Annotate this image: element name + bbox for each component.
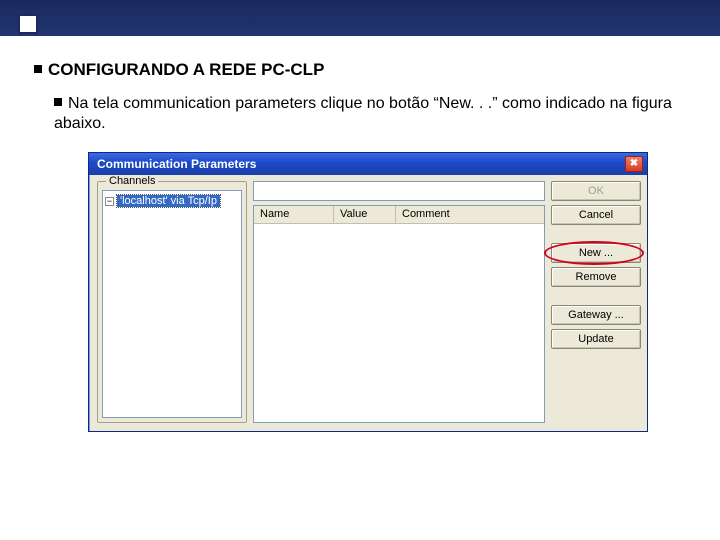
communication-parameters-dialog: Communication Parameters ✖ Channels − 'l… [88,152,648,432]
slide-title: CONFIGURANDO A REDE PC-CLP [34,60,720,80]
bullet-icon [54,98,62,106]
close-button[interactable]: ✖ [625,156,643,172]
slide-title-text: CONFIGURANDO A REDE PC-CLP [48,60,324,79]
slide-body: Na tela communication parameters clique … [54,94,686,134]
new-button[interactable]: New ... [551,243,641,263]
channels-legend: Channels [106,175,158,187]
slide-body-text: Na tela communication parameters clique … [54,95,672,132]
details-column: Name Value Comment [253,181,545,423]
channels-group: Channels − 'localhost' via Tcp/Ip [97,181,247,423]
button-column: OK Cancel New ... Remove Gateway ... Upd… [551,181,641,423]
grid-header: Name Value Comment [254,206,544,224]
bullet-icon [34,65,42,73]
ok-button: OK [551,181,641,201]
dialog-titlebar[interactable]: Communication Parameters ✖ [89,153,647,175]
parameter-grid[interactable]: Name Value Comment [253,205,545,423]
annotation-circle-icon [544,241,644,265]
channels-tree[interactable]: − 'localhost' via Tcp/Ip [102,190,242,418]
cancel-button[interactable]: Cancel [551,205,641,225]
update-button[interactable]: Update [551,329,641,349]
corner-square-icon [18,14,38,34]
dialog-title: Communication Parameters [97,157,256,171]
tree-row[interactable]: − 'localhost' via Tcp/Ip [105,195,239,207]
col-value: Value [334,206,396,223]
slide-top-bar [0,0,720,36]
details-header-box [253,181,545,201]
tree-item-localhost[interactable]: 'localhost' via Tcp/Ip [117,195,220,207]
col-comment: Comment [396,206,544,223]
close-icon: ✖ [630,158,638,169]
remove-button[interactable]: Remove [551,267,641,287]
gateway-button[interactable]: Gateway ... [551,305,641,325]
tree-collapse-icon[interactable]: − [105,197,114,206]
col-name: Name [254,206,334,223]
